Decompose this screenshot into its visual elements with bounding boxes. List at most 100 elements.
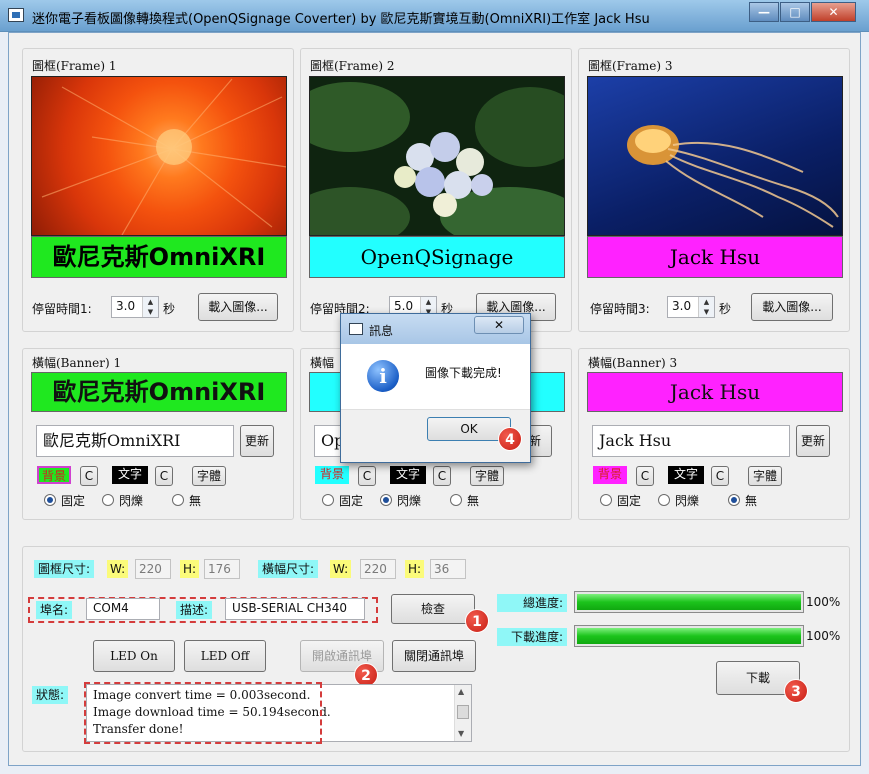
download-progress-bar (574, 625, 804, 647)
update-button-1[interactable]: 更新 (240, 425, 274, 457)
font-button-3[interactable]: 字體 (748, 466, 782, 486)
mode-blink-radio-2[interactable] (380, 494, 392, 506)
mode-fixed-radio-2[interactable] (322, 494, 334, 506)
download-progress-label: 下載進度: (497, 628, 567, 646)
frame-caption-1: 歐尼克斯OmniXRI (31, 236, 287, 278)
font-button-1[interactable]: 字體 (192, 466, 226, 486)
dialog-titlebar[interactable]: 訊息 ✕ (341, 314, 530, 344)
jellyfish-image (627, 125, 839, 228)
text-color-button-1[interactable]: C (155, 466, 173, 486)
frame-image-1 (31, 76, 287, 236)
status-scrollbar[interactable]: ▲ ▼ (454, 685, 471, 741)
status-highlight-box (84, 682, 322, 744)
text-color-button-2[interactable]: C (433, 466, 451, 486)
hydrangea-image (310, 82, 564, 235)
text-color-swatch-1[interactable]: 文字 (112, 466, 148, 484)
scroll-up-icon[interactable]: ▲ (458, 687, 464, 696)
check-button[interactable]: 檢查 (391, 594, 475, 624)
frame-caption-3: Jack Hsu (587, 236, 843, 278)
scroll-thumb[interactable] (457, 705, 469, 719)
total-progress-bar (574, 591, 804, 613)
mode-none-label-1: 無 (189, 494, 202, 508)
window-title: 迷你電子看板圖像轉換程式(OpenQSignage Coverter) by 歐… (32, 12, 650, 27)
mode-blink-radio-1[interactable] (102, 494, 114, 506)
banner-width-field: 220 (360, 559, 396, 579)
stay-time-label-3: 停留時間3: (590, 302, 650, 316)
banner-w-label: W: (330, 560, 352, 578)
update-button-3[interactable]: 更新 (796, 425, 830, 457)
stay-time-label-1: 停留時間1: (32, 302, 92, 316)
close-button[interactable]: ✕ (811, 2, 856, 22)
download-progress-text: 100% (806, 629, 841, 643)
scroll-down-icon[interactable]: ▼ (458, 729, 464, 738)
total-progress-fill (577, 594, 801, 610)
banner-text-input-1[interactable]: 歐尼克斯OmniXRI (36, 425, 234, 457)
stay-time-value-3: 3.0 (672, 299, 692, 313)
marker-1: 1 (465, 609, 489, 633)
marker-3: 3 (784, 679, 808, 703)
stay-time-spinner-1[interactable]: 3.0 ▲ ▼ (111, 296, 159, 318)
mode-blink-label-1: 閃爍 (119, 494, 144, 508)
banner-h-label: H: (405, 560, 425, 578)
mode-none-radio-1[interactable] (172, 494, 184, 506)
dialog-title: 訊息 (369, 324, 394, 338)
mode-none-label-2: 無 (467, 494, 480, 508)
window-titlebar[interactable]: 迷你電子看板圖像轉換程式(OpenQSignage Coverter) by 歐… (0, 0, 869, 32)
mode-blink-radio-3[interactable] (658, 494, 670, 506)
spinner-arrows-icon[interactable]: ▲ ▼ (698, 297, 714, 317)
seconds-unit-1: 秒 (163, 302, 176, 316)
minimize-button[interactable]: — (749, 2, 779, 22)
mode-fixed-label-2: 固定 (339, 494, 364, 508)
frame-width-field: 220 (135, 559, 171, 579)
mode-none-radio-2[interactable] (450, 494, 462, 506)
text-color-swatch-3[interactable]: 文字 (668, 466, 704, 484)
banner-preview-1: 歐尼克斯OmniXRI (31, 372, 287, 412)
dialog-app-icon (349, 323, 363, 335)
load-image-button-1[interactable]: 載入圖像... (198, 293, 278, 321)
frame-label-2: 圖框(Frame) 2 (310, 59, 395, 73)
mode-fixed-radio-1[interactable] (44, 494, 56, 506)
download-progress-fill (577, 628, 801, 644)
banner-size-label: 橫幅尺寸: (258, 560, 319, 578)
port-description-field: USB-SERIAL CH340 (225, 598, 365, 620)
font-button-2[interactable]: 字體 (470, 466, 504, 486)
seconds-unit-3: 秒 (719, 302, 732, 316)
description-label: 描述: (176, 601, 213, 619)
frame-label-3: 圖框(Frame) 3 (588, 59, 673, 73)
text-color-button-3[interactable]: C (711, 466, 729, 486)
dialog-close-button[interactable]: ✕ (474, 316, 524, 334)
bg-color-button-3[interactable]: C (636, 466, 654, 486)
led-on-button[interactable]: LED On (93, 640, 175, 672)
banner-label-1: 橫幅(Banner) 1 (32, 356, 122, 370)
status-label: 狀態: (32, 686, 69, 704)
banner-label-3: 橫幅(Banner) 3 (588, 356, 678, 370)
port-name-label: 埠名: (36, 601, 73, 619)
total-progress-label: 總進度: (497, 594, 567, 612)
info-icon: i (367, 360, 399, 392)
mode-blink-label-2: 閃爍 (397, 494, 422, 508)
load-image-button-3[interactable]: 載入圖像... (751, 293, 833, 321)
total-progress-text: 100% (806, 595, 841, 609)
text-color-swatch-2[interactable]: 文字 (390, 466, 426, 484)
banner-preview-3: Jack Hsu (587, 372, 843, 412)
mode-fixed-radio-3[interactable] (600, 494, 612, 506)
background-color-swatch-3[interactable]: 背景 (593, 466, 627, 484)
close-port-button[interactable]: 關閉通訊埠 (392, 640, 476, 672)
mode-fixed-label-1: 固定 (61, 494, 86, 508)
port-name-field[interactable]: COM4 (86, 598, 160, 620)
bg-color-button-1[interactable]: C (80, 466, 98, 486)
maximize-button[interactable]: □ (780, 2, 810, 22)
led-off-button[interactable]: LED Off (184, 640, 266, 672)
banner-text-input-3[interactable]: Jack Hsu (592, 425, 790, 457)
mode-none-radio-3[interactable] (728, 494, 740, 506)
dialog-message: 圖像下載完成! (425, 366, 502, 380)
marker-4: 4 (498, 427, 522, 451)
frame-size-label: 圖框尺寸: (34, 560, 95, 578)
stay-time-spinner-3[interactable]: 3.0 ▲ ▼ (667, 296, 715, 318)
banner-label-2: 橫幅 (310, 356, 335, 370)
spinner-arrows-icon[interactable]: ▲ ▼ (142, 297, 158, 317)
background-color-swatch-2[interactable]: 背景 (315, 466, 349, 484)
mode-blink-label-3: 閃爍 (675, 494, 700, 508)
background-color-swatch-1[interactable]: 背景 (37, 466, 71, 484)
bg-color-button-2[interactable]: C (358, 466, 376, 486)
